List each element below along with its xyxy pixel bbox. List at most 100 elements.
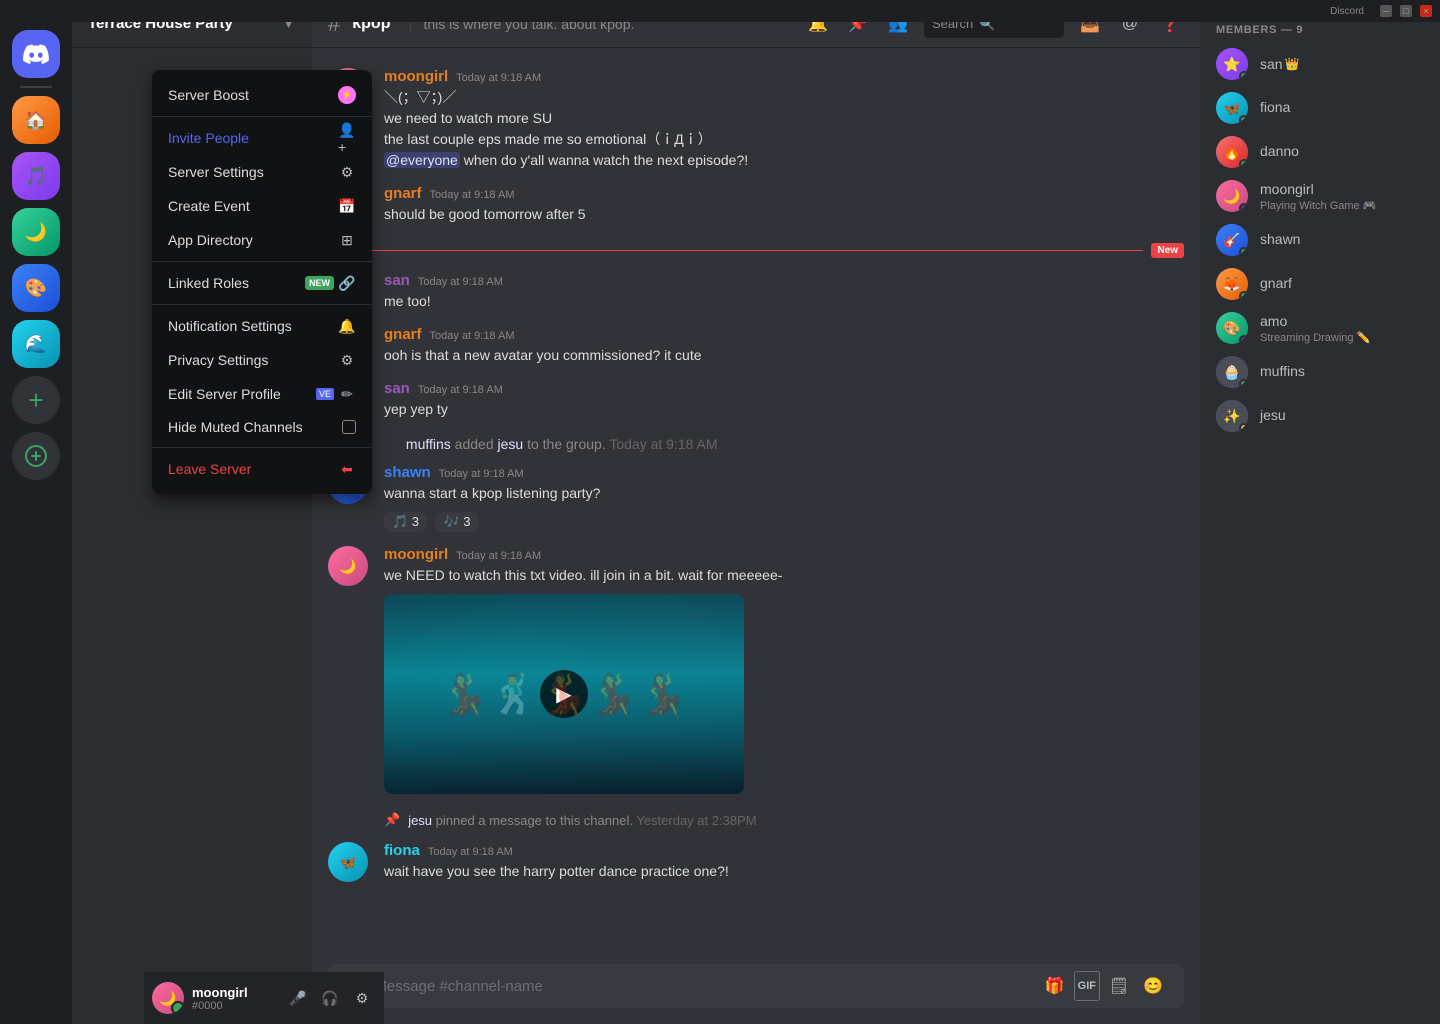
member-item-fiona[interactable]: 🦋 fiona bbox=[1208, 86, 1432, 130]
new-badge: NEW bbox=[305, 276, 334, 290]
member-avatar: 🌙 bbox=[1216, 180, 1248, 212]
server-icon-4[interactable]: 🎨 bbox=[12, 264, 60, 312]
online-indicator bbox=[1239, 115, 1248, 124]
person-add-icon: 👤+ bbox=[338, 129, 356, 147]
menu-leave-server[interactable]: Leave Server ⬅ bbox=[152, 452, 372, 486]
headset-button[interactable]: 🎧 bbox=[316, 984, 344, 1012]
menu-create-event[interactable]: Create Event 📅 bbox=[152, 189, 372, 223]
menu-notification-settings[interactable]: Notification Settings 🔔 bbox=[152, 309, 372, 343]
member-avatar: 🔥 bbox=[1216, 136, 1248, 168]
mention-jesu[interactable]: jesu bbox=[498, 436, 524, 452]
message-group-moongirl-2: 🌙 moongirl Today at 9:18 AM we NEED to w… bbox=[328, 542, 1184, 798]
new-badge: New bbox=[1151, 243, 1184, 258]
avatar-image: 🦋 bbox=[328, 842, 368, 882]
pin-text: jesu pinned a message to this channel. Y… bbox=[408, 813, 756, 828]
mention-jesu-pin[interactable]: jesu bbox=[408, 813, 432, 828]
menu-edit-server-profile[interactable]: Edit Server Profile VE ✏ bbox=[152, 377, 372, 411]
menu-hide-muted-channels[interactable]: Hide Muted Channels bbox=[152, 411, 372, 443]
close-button[interactable]: × bbox=[1420, 5, 1432, 17]
reaction-music-note[interactable]: 🎵 3 bbox=[384, 512, 427, 532]
reaction-music-notes[interactable]: 🎶 3 bbox=[435, 512, 478, 532]
grid-icon: ⊞ bbox=[338, 231, 356, 249]
online-indicator bbox=[1239, 247, 1248, 256]
menu-app-directory[interactable]: App Directory ⊞ bbox=[152, 223, 372, 257]
message-avatar[interactable]: 🦋 bbox=[328, 842, 368, 882]
member-name: gnarf bbox=[1260, 275, 1292, 291]
mic-button[interactable]: 🎤 bbox=[284, 984, 312, 1012]
message-header: moongirl Today at 9:18 AM bbox=[384, 68, 1184, 85]
message-text: wanna start a kpop listening party? bbox=[384, 483, 1184, 504]
member-item-danno[interactable]: 🔥 danno bbox=[1208, 130, 1432, 174]
message-input-box[interactable]: ⊕ Message #channel-name 🎁 GIF 🗒 😊 bbox=[328, 964, 1184, 1008]
menu-server-settings[interactable]: Server Settings ⚙ bbox=[152, 155, 372, 189]
menu-linked-roles[interactable]: Linked Roles NEW 🔗 bbox=[152, 266, 372, 300]
message-content: san Today at 9:18 AM yep yep ty bbox=[384, 380, 1184, 420]
message-username[interactable]: moongirl bbox=[384, 546, 448, 563]
maximize-button[interactable]: □ bbox=[1400, 5, 1412, 17]
menu-item-label: Notification Settings bbox=[168, 318, 292, 334]
member-name: fiona bbox=[1260, 99, 1290, 115]
emoji-button[interactable]: 😊 bbox=[1138, 971, 1168, 1001]
server-icon-3[interactable]: 🌙 bbox=[12, 208, 60, 256]
server-list: 🏠 🎵 🌙 🎨 🌊 + bbox=[0, 0, 72, 1024]
message-avatar[interactable]: 🌙 bbox=[328, 546, 368, 586]
input-icons: 🎁 GIF 🗒 😊 bbox=[1040, 971, 1168, 1001]
video-embed[interactable]: 💃🕺💃💃💃 ▶ bbox=[384, 594, 744, 794]
menu-invite-people[interactable]: Invite People 👤+ bbox=[152, 121, 372, 155]
member-item-muffins[interactable]: 🧁 muffins bbox=[1208, 350, 1432, 394]
menu-server-boost[interactable]: Server Boost ⚡ bbox=[152, 78, 372, 112]
message-header: san Today at 9:18 AM bbox=[384, 380, 1184, 397]
mention-everyone[interactable]: @everyone bbox=[384, 152, 460, 168]
pin-icon: 📌 bbox=[384, 812, 400, 828]
member-item-shawn[interactable]: 🎸 shawn bbox=[1208, 218, 1432, 262]
settings-button[interactable]: ⚙ bbox=[348, 984, 376, 1012]
mention-muffins[interactable]: muffins bbox=[406, 436, 451, 452]
member-item-amo[interactable]: 🎨 amo Streaming Drawing ✏️ bbox=[1208, 306, 1432, 350]
message-time: Today at 9:18 AM bbox=[456, 550, 541, 562]
server-separator bbox=[20, 86, 52, 88]
message-username[interactable]: gnarf bbox=[384, 326, 422, 343]
message-content: gnarf Today at 9:18 AM should be good to… bbox=[384, 185, 1184, 225]
message-username[interactable]: shawn bbox=[384, 464, 431, 481]
sticker-button[interactable]: 🗒 bbox=[1104, 971, 1134, 1001]
message-username[interactable]: moongirl bbox=[384, 68, 448, 85]
message-text: wait have you see the harry potter dance… bbox=[384, 861, 1184, 882]
server-icon-1[interactable]: 🏠 bbox=[12, 96, 60, 144]
online-indicator bbox=[1239, 71, 1248, 80]
message-time: Today at 9:18 AM bbox=[430, 330, 515, 342]
message-username[interactable]: san bbox=[384, 272, 410, 289]
message-input-area: ⊕ Message #channel-name 🎁 GIF 🗒 😊 bbox=[312, 964, 1200, 1024]
calendar-icon: 📅 bbox=[338, 197, 356, 215]
member-item-san[interactable]: ⭐ san 👑 bbox=[1208, 42, 1432, 86]
message-time: Today at 9:18 AM bbox=[418, 384, 503, 396]
main-chat: # kpop this is where you talk. about kpo… bbox=[312, 0, 1200, 1024]
message-group-san: ⭐ san Today at 9:18 AM me too! bbox=[328, 268, 1184, 316]
message-text: should be good tomorrow after 5 bbox=[384, 204, 1184, 225]
server-icon-5[interactable]: 🌊 bbox=[12, 320, 60, 368]
server-explore-button[interactable] bbox=[12, 432, 60, 480]
avatar-image: 🌙 bbox=[328, 546, 368, 586]
member-item-gnarf[interactable]: 🦊 gnarf bbox=[1208, 262, 1432, 306]
message-username[interactable]: san bbox=[384, 380, 410, 397]
user-info: moongirl #0000 bbox=[192, 985, 276, 1012]
minimize-button[interactable]: ─ bbox=[1380, 5, 1392, 17]
message-time: Today at 9:18 AM bbox=[456, 72, 541, 84]
menu-item-label: Privacy Settings bbox=[168, 352, 268, 368]
gift-icon[interactable]: 🎁 bbox=[1040, 971, 1070, 1001]
menu-privacy-settings[interactable]: Privacy Settings ⚙ bbox=[152, 343, 372, 377]
discord-home-button[interactable] bbox=[12, 30, 60, 78]
member-item-jesu[interactable]: ✨ jesu bbox=[1208, 394, 1432, 438]
server-icon-2[interactable]: 🎵 bbox=[12, 152, 60, 200]
server-icon-add[interactable]: + bbox=[12, 376, 60, 424]
edit-profile-right: VE ✏ bbox=[316, 385, 356, 403]
user-avatar[interactable]: 🌙 bbox=[152, 982, 184, 1014]
message-header: shawn Today at 9:18 AM bbox=[384, 464, 1184, 481]
message-username[interactable]: gnarf bbox=[384, 185, 422, 202]
member-item-moongirl[interactable]: 🌙 moongirl Playing Witch Game 🎮 bbox=[1208, 174, 1432, 218]
menu-item-label: Edit Server Profile bbox=[168, 386, 281, 402]
member-status: Streaming Drawing ✏️ bbox=[1260, 331, 1370, 344]
channel-list: Terrace House Party ▼ Server Boost ⚡ Inv… bbox=[72, 0, 312, 1024]
message-username[interactable]: fiona bbox=[384, 842, 420, 859]
gif-button[interactable]: GIF bbox=[1074, 971, 1100, 1001]
message-header: gnarf Today at 9:18 AM bbox=[384, 185, 1184, 202]
